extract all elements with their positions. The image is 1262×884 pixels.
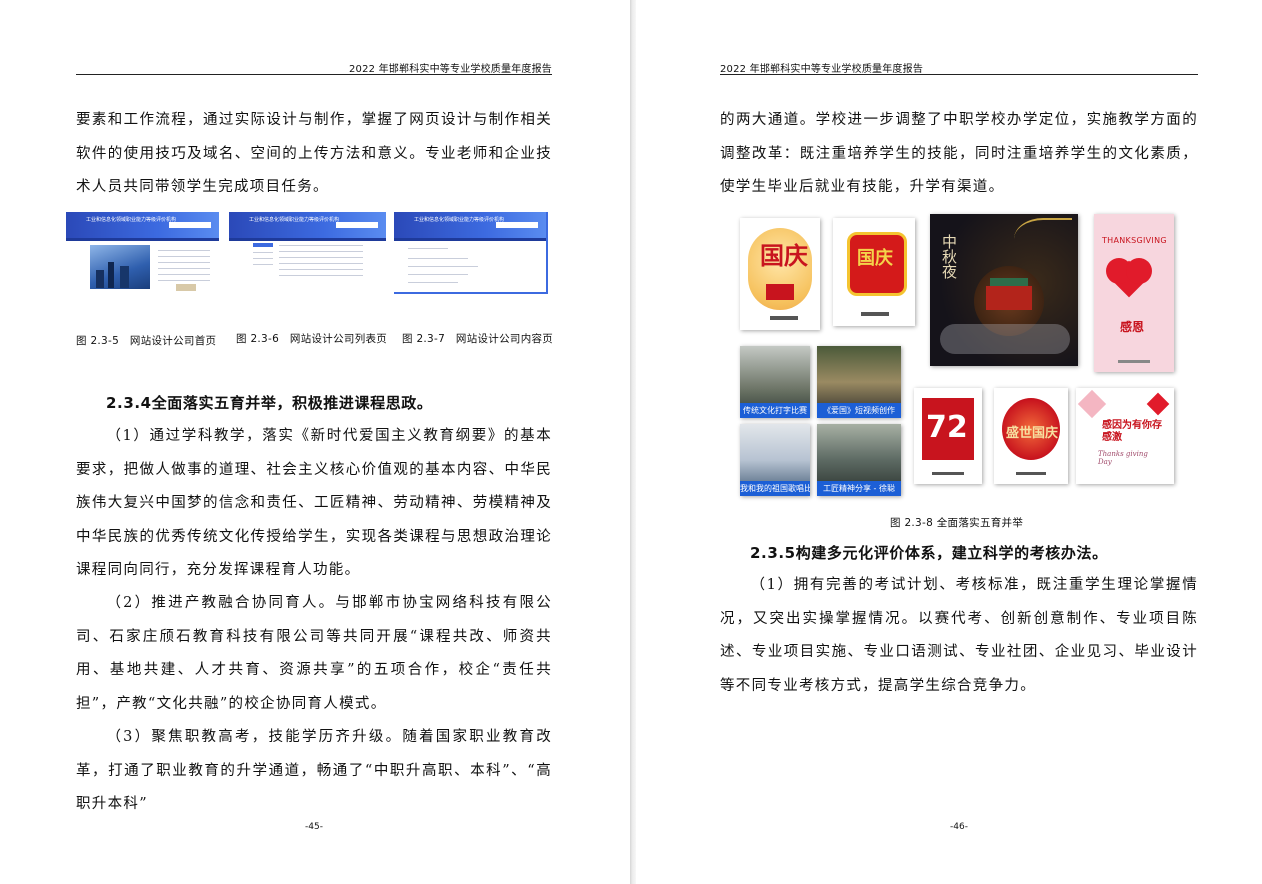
- photo-label: 《爱国》短视频创作: [817, 403, 901, 418]
- poster-number: 72: [926, 410, 968, 445]
- poster-title: 感因为有你存感激: [1102, 420, 1162, 443]
- paragraph-continued: 的两大通道。学校进一步调整了中职学校办学定位，实施教学方面的调整改革：既注重培养…: [720, 112, 1198, 195]
- poster-title: 盛世国庆: [1006, 426, 1059, 441]
- header-rule: [720, 74, 1198, 75]
- paragraph-intro: 要素和工作流程，通过实际设计与制作，掌握了网页设计与制作相关软件的使用技巧及域名…: [76, 112, 552, 195]
- poster-title: 国庆: [857, 248, 893, 269]
- website-homepage-image: 工业和信息化领域职业能力等级评价机构: [66, 212, 219, 292]
- poster-subtitle: 感恩: [1120, 320, 1145, 334]
- video-creation-photo: 《爱国》短视频创作: [817, 346, 901, 418]
- page-45: 2022 年邯郸科实中等专业学校质量年度报告 要素和工作流程，通过实际设计与制作…: [0, 0, 630, 884]
- figure-caption-2-3-7: 图 2.3-7 网站设计公司内容页: [402, 333, 554, 345]
- screenshot-title: 工业和信息化领域职业能力等级评价机构: [249, 217, 340, 223]
- page-number: -46-: [950, 822, 968, 832]
- page-46: 2022 年邯郸科实中等专业学校质量年度报告 的两大通道。学校进一步调整了中职学…: [636, 0, 1262, 884]
- poster-title: 国庆: [760, 241, 808, 270]
- national-day-poster-2: 国庆: [833, 218, 915, 326]
- national-day-poster-1: 国庆: [740, 218, 820, 330]
- screenshot-title: 工业和信息化领域职业能力等级评价机构: [86, 217, 177, 223]
- figure-caption-2-3-8: 图 2.3-8 全面落实五育并举: [890, 517, 1024, 529]
- page-header: 2022 年邯郸科实中等专业学校质量年度报告: [348, 64, 552, 75]
- screenshot-title: 工业和信息化领域职业能力等级评价机构: [414, 217, 505, 223]
- national-day-poster-3: 盛世国庆: [994, 388, 1068, 484]
- anniversary-72-poster: 72: [914, 388, 982, 484]
- poster-title: 中秋夜: [940, 234, 958, 279]
- website-listpage-image: 工业和信息化领域职业能力等级评价机构: [229, 212, 386, 292]
- paragraph-item-1: （1）通过学科教学，落实《新时代爱国主义教育纲要》的基本要求，把做人做事的道理、…: [76, 428, 552, 578]
- poster-script: Thanks giving Day: [1098, 450, 1148, 466]
- poster-title: THANKSGIVING: [1102, 236, 1167, 245]
- typing-contest-photo: 传统文化打字比赛: [740, 346, 810, 418]
- paragraph-item-2: （2）推进产教融合协同育人。与邯郸市协宝网络科技有限公司、石家庄颀石教育科技有限…: [76, 595, 552, 712]
- figure-caption-2-3-6: 图 2.3-6 网站设计公司列表页: [236, 333, 388, 345]
- paragraph-item-1: （1）拥有完善的考试计划、考核标准，既注重学生理论掌握情况，又突出实操掌握情况。…: [720, 577, 1198, 694]
- page-number: -45-: [305, 822, 323, 832]
- website-contentpage-image: 工业和信息化领域职业能力等级评价机构: [394, 212, 548, 294]
- mid-autumn-poster: 中秋夜: [930, 214, 1078, 366]
- singing-contest-photo: 我和我的祖国歌唱比赛: [740, 424, 810, 496]
- page-header: 2022 年邯郸科实中等专业学校质量年度报告: [720, 64, 924, 75]
- thanksgiving-poster: THANKSGIVING 感恩: [1094, 214, 1174, 372]
- paragraph-item-3: （3）聚焦职教高考，技能学历齐升级。随着国家职业教育改革，打通了职业教育的升学通…: [76, 729, 552, 812]
- photo-label: 我和我的祖国歌唱比赛: [740, 481, 810, 496]
- craftsman-spirit-photo: 工匠精神分享 - 徐聪: [817, 424, 901, 496]
- photo-label: 传统文化打字比赛: [740, 403, 810, 418]
- section-heading-2-3-5: 2.3.5构建多元化评价体系，建立科学的考核办法。: [750, 544, 1108, 562]
- gratitude-poster: 感因为有你存感激 Thanks giving Day: [1076, 388, 1174, 484]
- header-rule: [76, 74, 552, 75]
- figure-caption-2-3-5: 图 2.3-5 网站设计公司首页: [76, 335, 217, 347]
- section-heading-2-3-4: 2.3.4全面落实五育并举，积极推进课程思政。: [106, 394, 433, 412]
- photo-label: 工匠精神分享 - 徐聪: [817, 481, 901, 496]
